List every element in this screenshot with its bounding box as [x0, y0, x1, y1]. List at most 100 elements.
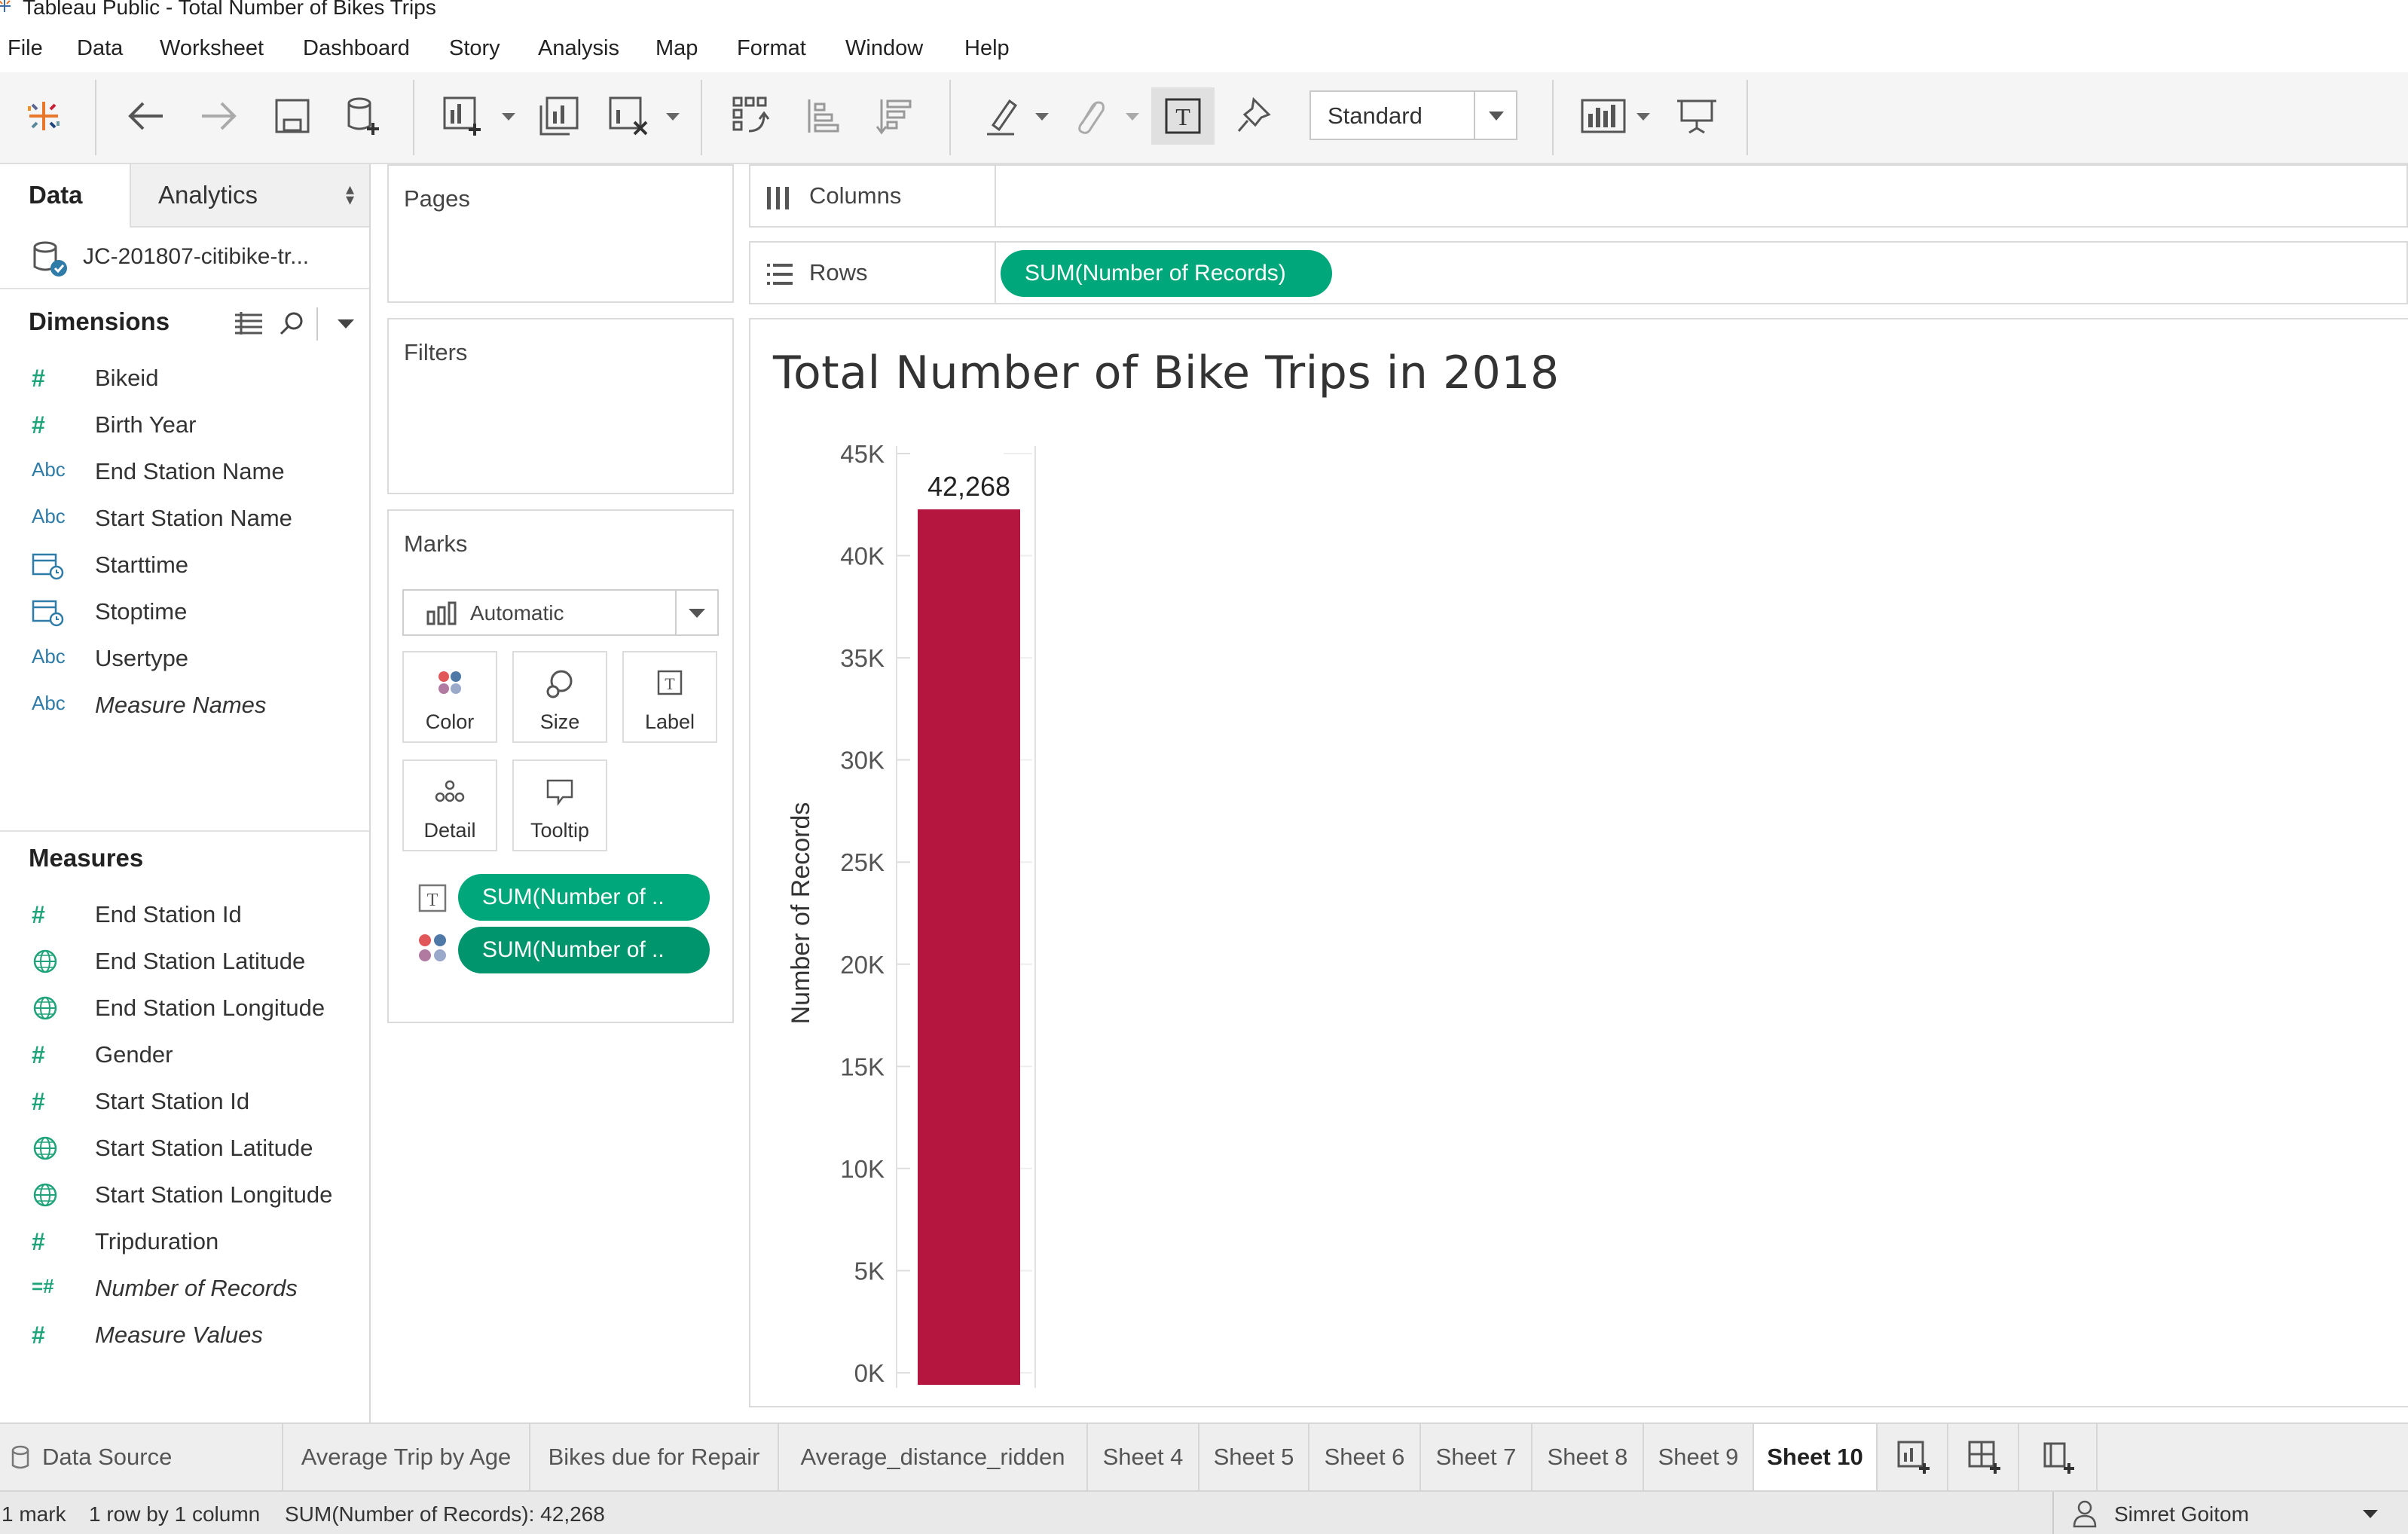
field-item[interactable]: End Station Latitude — [0, 940, 369, 982]
tab-data-source[interactable]: Data Source — [0, 1424, 283, 1492]
tab-analytics[interactable]: Analytics ▴ ▾ — [130, 164, 369, 228]
tab-sheet-label: Sheet 8 — [1547, 1444, 1628, 1470]
globe-icon — [32, 995, 62, 1022]
new-data-source-button[interactable] — [335, 87, 392, 145]
field-item[interactable]: # Gender — [0, 1034, 369, 1076]
columns-shelf[interactable]: Columns — [749, 164, 2408, 228]
new-worksheet-tab-button[interactable] — [1878, 1424, 1948, 1492]
search-icon[interactable] — [279, 310, 304, 336]
field-item[interactable]: # Measure Values — [0, 1314, 369, 1356]
save-button[interactable] — [264, 87, 321, 145]
field-item[interactable]: Start Station Longitude — [0, 1174, 369, 1216]
y-axis-label: Number of Records — [787, 802, 815, 1025]
status-bar: 1 mark 1 row by 1 column SUM(Number of R… — [0, 1490, 2408, 1534]
field-item[interactable]: Start Station Latitude — [0, 1127, 369, 1169]
field-item[interactable]: =# Number of Records — [0, 1267, 369, 1309]
field-item[interactable]: # Birth Year — [0, 404, 369, 446]
clear-sheet-icon — [609, 96, 648, 136]
forward-arrow-icon — [202, 102, 237, 130]
menu-dashboard[interactable]: Dashboard — [303, 36, 410, 61]
datasource-item[interactable]: JC-201807-citibike-tr... — [0, 228, 369, 289]
view-data-icon[interactable] — [234, 310, 264, 336]
fit-dropdown[interactable]: Standard — [1309, 90, 1517, 140]
new-dashboard-tab-button[interactable] — [1948, 1424, 2019, 1492]
label-field-pill[interactable]: SUM(Number of .. — [458, 874, 710, 921]
new-worksheet-button[interactable] — [434, 87, 491, 145]
sort-ascending-button[interactable] — [796, 87, 853, 145]
tab-data[interactable]: Data — [0, 164, 128, 228]
datetime-icon — [32, 552, 64, 580]
field-item[interactable]: # Start Station Id — [0, 1080, 369, 1123]
undo-button[interactable] — [118, 87, 175, 145]
menu-window[interactable]: Window — [845, 36, 923, 61]
user-name: Simret Goitom — [2114, 1502, 2249, 1526]
detail-mark-button[interactable]: Detail — [402, 759, 497, 851]
field-name: Start Station Longitude — [95, 1181, 333, 1208]
clear-sheet-button[interactable] — [600, 87, 657, 145]
new-story-tab-button[interactable] — [2019, 1424, 2098, 1492]
size-mark-button[interactable]: Size — [512, 651, 607, 743]
group-members-button[interactable] — [1061, 87, 1118, 145]
menu-help[interactable]: Help — [964, 36, 1010, 61]
label-mark-button[interactable]: T Label — [622, 651, 717, 743]
tab-sheet[interactable]: Bikes due for Repair — [530, 1424, 779, 1492]
menu-file[interactable]: File — [8, 36, 43, 61]
menu-analysis[interactable]: Analysis — [538, 36, 619, 61]
user-menu[interactable]: Simret Goitom — [2052, 1492, 2408, 1534]
globe-icon — [32, 948, 62, 975]
redo-button[interactable] — [190, 87, 247, 145]
color-mark-button[interactable]: Color — [402, 651, 497, 743]
detail-label: Detail — [423, 819, 476, 842]
menu-format[interactable]: Format — [737, 36, 806, 61]
chevron-down-icon[interactable] — [338, 319, 354, 328]
tooltip-mark-button[interactable]: Tooltip — [512, 759, 607, 851]
field-name: Stoptime — [95, 598, 188, 625]
tab-sheet[interactable]: Sheet 4 — [1088, 1424, 1199, 1492]
tab-sheet-label: Sheet 9 — [1658, 1444, 1739, 1470]
field-item[interactable]: # End Station Id — [0, 894, 369, 936]
swap-rows-columns-button[interactable] — [723, 87, 781, 145]
field-item[interactable]: Stoptime — [0, 591, 369, 633]
tab-sheet[interactable]: Sheet 5 — [1199, 1424, 1309, 1492]
tab-sheet[interactable]: Sheet 9 — [1644, 1424, 1754, 1492]
menu-data[interactable]: Data — [77, 36, 123, 61]
show-me-button[interactable] — [1575, 87, 1632, 145]
svg-text:T: T — [1175, 103, 1190, 130]
pages-card[interactable]: Pages — [387, 164, 734, 303]
fix-axes-button[interactable] — [1225, 87, 1282, 145]
highlighter-icon — [987, 99, 1018, 136]
field-item[interactable]: Abc Usertype — [0, 637, 369, 680]
presentation-mode-button[interactable] — [1668, 87, 1725, 145]
tab-sheet[interactable]: Sheet 6 — [1309, 1424, 1421, 1492]
field-item[interactable]: Abc Start Station Name — [0, 497, 369, 539]
field-item[interactable]: Abc Measure Names — [0, 684, 369, 726]
highlight-button[interactable] — [972, 87, 1029, 145]
menu-worksheet[interactable]: Worksheet — [160, 36, 264, 61]
tab-sheet[interactable]: Sheet 8 — [1533, 1424, 1644, 1492]
sort-descending-button[interactable] — [868, 87, 925, 145]
color-field-pill[interactable]: SUM(Number of .. — [458, 927, 710, 973]
field-item[interactable]: # Bikeid — [0, 357, 369, 399]
mark-type-dropdown[interactable]: Automatic — [402, 589, 719, 636]
tab-sheet[interactable]: Average_distance_ridden — [779, 1424, 1088, 1492]
filters-card[interactable]: Filters — [387, 318, 734, 494]
field-item[interactable]: # Tripduration — [0, 1221, 369, 1263]
show-mark-labels-button[interactable]: T — [1151, 87, 1215, 145]
field-item[interactable]: End Station Longitude — [0, 987, 369, 1029]
duplicate-sheet-button[interactable] — [530, 87, 588, 145]
field-item[interactable]: Abc End Station Name — [0, 451, 369, 493]
status-sum: SUM(Number of Records): 42,268 — [285, 1502, 605, 1526]
menu-story[interactable]: Story — [449, 36, 500, 61]
rows-field-pill[interactable]: SUM(Number of Records) — [1001, 250, 1332, 297]
tab-sheet[interactable]: Sheet 7 — [1421, 1424, 1533, 1492]
tableau-home-button[interactable] — [15, 87, 72, 145]
menu-map[interactable]: Map — [655, 36, 698, 61]
save-icon — [275, 99, 310, 133]
datasource-name: JC-201807-citibike-tr... — [83, 244, 310, 269]
tab-sheet-active[interactable]: Sheet 10 — [1754, 1424, 1878, 1492]
chevron-down-icon — [2363, 1510, 2378, 1518]
rows-shelf[interactable]: Rows SUM(Number of Records) — [749, 241, 2408, 304]
number-icon: # — [32, 901, 45, 928]
tab-sheet[interactable]: Average Trip by Age — [283, 1424, 530, 1492]
field-item[interactable]: Starttime — [0, 544, 369, 586]
